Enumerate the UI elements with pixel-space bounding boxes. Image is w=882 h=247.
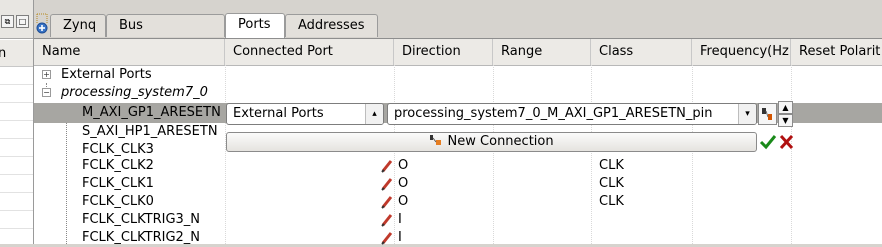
column-header-frequency[interactable]: Frequency(Hz) — [692, 39, 791, 65]
edit-pencil-icon[interactable] — [380, 213, 394, 227]
row-name: External Ports — [61, 67, 152, 82]
tab-zynq[interactable]: Zynq — [50, 14, 106, 37]
cancel-x-icon[interactable] — [779, 134, 794, 150]
left-panel-toolbar: ⧉ □ — [0, 0, 33, 39]
column-header-direction[interactable]: Direction — [394, 39, 493, 65]
tab-bus-interfaces[interactable]: Bus Interfaces — [106, 14, 225, 55]
left-panel-row — [0, 138, 33, 139]
row-direction: O — [398, 194, 409, 209]
collapse-icon[interactable]: − — [42, 88, 51, 97]
table-row[interactable]: FCLK_CLKTRIG3_N I — [34, 211, 882, 229]
row-direction: I — [398, 230, 402, 245]
table-row[interactable]: FCLK_CLK1 O CLK — [34, 175, 882, 193]
tab-addresses[interactable]: Addresses — [285, 14, 378, 37]
table-row[interactable]: FCLK_CLK2 O CLK — [34, 157, 882, 175]
table-row[interactable]: FCLK_CLK0 O CLK — [34, 193, 882, 211]
chevron-down-icon: ▾ — [738, 104, 756, 124]
row-name: FCLK_CLK0 — [82, 194, 154, 209]
new-connection-button[interactable]: New Connection — [226, 132, 757, 152]
column-header-reset-polarity[interactable]: Reset Polarit — [791, 39, 882, 65]
row-direction: O — [398, 176, 409, 191]
left-panel-row — [0, 192, 33, 193]
row-name: FCLK_CLK1 — [82, 176, 154, 191]
restore-icon[interactable]: ⧉ — [1, 15, 14, 28]
table-row[interactable]: + External Ports — [34, 66, 882, 84]
edit-pencil-icon[interactable] — [380, 177, 394, 191]
expand-icon[interactable]: + — [42, 70, 51, 79]
updown-arrow-icon: ▴ — [365, 104, 383, 124]
row-name: FCLK_CLKTRIG3_N — [82, 212, 201, 227]
left-panel-column-header: n — [0, 40, 33, 67]
column-header-connected-port[interactable]: Connected Port — [225, 39, 394, 65]
left-panel-row — [0, 102, 33, 103]
row-class: CLK — [599, 194, 624, 209]
connect-ports-button[interactable] — [758, 103, 777, 125]
accept-check-icon[interactable] — [759, 134, 777, 150]
scroll-down-button[interactable]: ▼ — [778, 114, 793, 127]
edit-pencil-icon[interactable] — [380, 231, 394, 245]
row-name: processing_system7_0 — [61, 85, 208, 100]
arrow-down-icon: ▼ — [782, 116, 789, 125]
tab-ports[interactable]: Ports — [225, 13, 285, 38]
left-panel-row — [0, 156, 33, 157]
left-panel-row — [0, 174, 33, 175]
left-panel-row — [0, 210, 33, 211]
row-class: CLK — [599, 158, 624, 173]
connected-port-combo[interactable]: processing_system7_0_M_AXI_GP1_ARESETN_p… — [387, 103, 757, 125]
row-class: CLK — [599, 176, 624, 191]
source-port-combo[interactable]: External Ports ▴ — [226, 103, 384, 125]
arrow-up-icon: ▲ — [782, 103, 789, 112]
scroll-up-button[interactable]: ▲ — [778, 101, 793, 114]
row-direction: O — [398, 158, 409, 173]
column-header-range[interactable]: Range — [493, 39, 591, 65]
left-panel-row — [0, 120, 33, 121]
left-panel-row — [0, 228, 33, 229]
row-name: FCLK_CLKTRIG2_N — [82, 230, 201, 245]
left-panel-header-text: n — [0, 46, 7, 61]
row-name: M_AXI_GP1_ARESETN — [82, 105, 221, 120]
row-name: FCLK_CLK2 — [82, 158, 154, 173]
edit-pencil-icon[interactable] — [380, 195, 394, 209]
new-connection-icon — [430, 135, 442, 145]
connect-icon — [762, 108, 772, 120]
row-name: S_AXI_HP1_ARESETN — [82, 124, 218, 139]
table-row[interactable]: − processing_system7_0 — [34, 84, 882, 102]
project-add-icon[interactable] — [35, 12, 49, 34]
table-row[interactable]: FCLK_CLKTRIG2_N I — [34, 229, 882, 247]
table-header: Name Connected Port Direction Range Clas… — [34, 39, 882, 66]
column-header-name[interactable]: Name — [34, 39, 225, 65]
maximize-icon[interactable]: □ — [16, 15, 29, 28]
left-panel-row — [0, 84, 33, 85]
row-direction: I — [398, 212, 402, 227]
column-header-class[interactable]: Class — [591, 39, 692, 65]
edit-pencil-icon[interactable] — [380, 159, 394, 173]
